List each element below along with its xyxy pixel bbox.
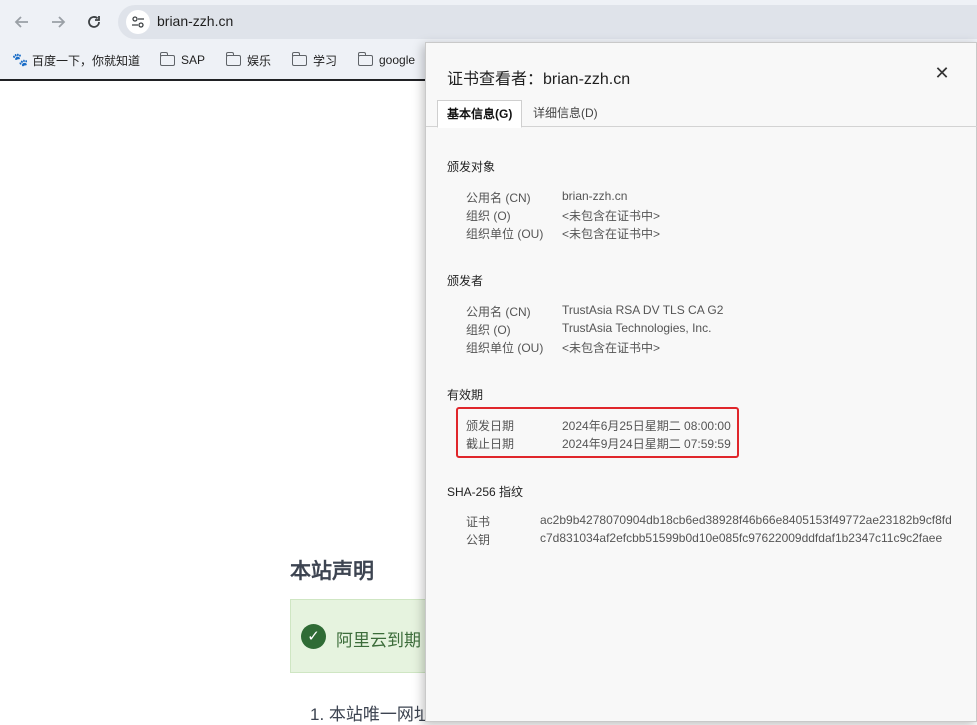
tab-general[interactable]: 基本信息(G)	[437, 100, 523, 128]
site-info-icon[interactable]	[126, 10, 150, 34]
field-value: TrustAsia RSA DV TLS CA G2	[562, 303, 724, 317]
section-issued-by-title: 颁发者	[447, 274, 484, 288]
bookmark-label: SAP	[181, 53, 206, 67]
dialog-tabs: 基本信息(G) 详细信息(D)	[426, 100, 977, 128]
certificate-viewer-dialog: 证书查看者：brian-zzh.cn ✕ 基本信息(G) 详细信息(D) 颁发对…	[425, 42, 977, 722]
field-label: 组织单位 (OU)	[466, 227, 544, 241]
tab-details[interactable]: 详细信息(D)	[524, 100, 607, 127]
field-value: 2024年9月24日星期二 07:59:59	[562, 437, 731, 451]
bookmark-label: 百度一下，你就知道	[32, 53, 141, 68]
bookmark-label: google	[379, 53, 416, 67]
dialog-title: 证书查看者：brian-zzh.cn	[447, 71, 631, 88]
field-value: c7d831034af2efcbb51599b0d10e085fc9762200…	[540, 531, 943, 545]
browser-toolbar: brian-zzh.cn	[0, 0, 977, 44]
field-value: <未包含在证书中>	[562, 227, 661, 241]
page-heading: 本站声明	[290, 560, 374, 583]
forward-icon[interactable]	[44, 8, 72, 36]
field-label: 组织 (O)	[466, 323, 511, 337]
field-label: 公用名 (CN)	[466, 191, 531, 205]
folder-icon	[291, 51, 307, 66]
field-label: 组织单位 (OU)	[466, 341, 544, 355]
bookmark-label: 学习	[313, 53, 338, 68]
field-label: 截止日期	[466, 437, 515, 451]
section-fingerprints-title: SHA-256 指纹	[447, 485, 524, 499]
baidu-paw-icon: 🐾	[12, 52, 29, 67]
close-icon[interactable]: ✕	[932, 63, 952, 83]
section-validity-title: 有效期	[447, 388, 484, 402]
address-bar[interactable]: brian-zzh.cn	[118, 5, 977, 39]
field-value: 2024年6月25日星期二 08:00:00	[562, 419, 731, 433]
bookmark-folder-sap[interactable]: SAP	[159, 50, 206, 70]
section-issued-to-title: 颁发对象	[447, 160, 496, 174]
notice-text: 阿里云到期	[336, 631, 421, 650]
folder-icon	[159, 51, 175, 66]
field-value: <未包含在证书中>	[562, 209, 661, 223]
field-value: TrustAsia Technologies, Inc.	[562, 321, 712, 335]
bookmark-baidu[interactable]: 🐾 百度一下，你就知道	[12, 50, 140, 70]
reload-icon[interactable]	[80, 8, 108, 36]
folder-icon	[357, 51, 373, 66]
check-circle-icon: ✓	[301, 624, 326, 649]
folder-icon	[225, 51, 241, 66]
field-label: 组织 (O)	[466, 209, 511, 223]
url-text: brian-zzh.cn	[157, 13, 234, 29]
back-icon[interactable]	[8, 8, 36, 36]
field-value: <未包含在证书中>	[562, 341, 661, 355]
field-value: ac2b9b4278070904db18cb6ed38928f46b66e840…	[540, 513, 952, 527]
field-label: 公用名 (CN)	[466, 305, 531, 319]
bookmark-folder-study[interactable]: 学习	[291, 50, 338, 70]
bookmark-label: 娱乐	[247, 53, 272, 68]
field-value: brian-zzh.cn	[562, 189, 628, 203]
field-label: 公钥	[466, 533, 491, 547]
field-label: 颁发日期	[466, 419, 515, 433]
field-label: 证书	[466, 515, 491, 529]
bookmark-folder-google[interactable]: google	[357, 50, 416, 70]
bookmark-folder-entertainment[interactable]: 娱乐	[225, 50, 272, 70]
